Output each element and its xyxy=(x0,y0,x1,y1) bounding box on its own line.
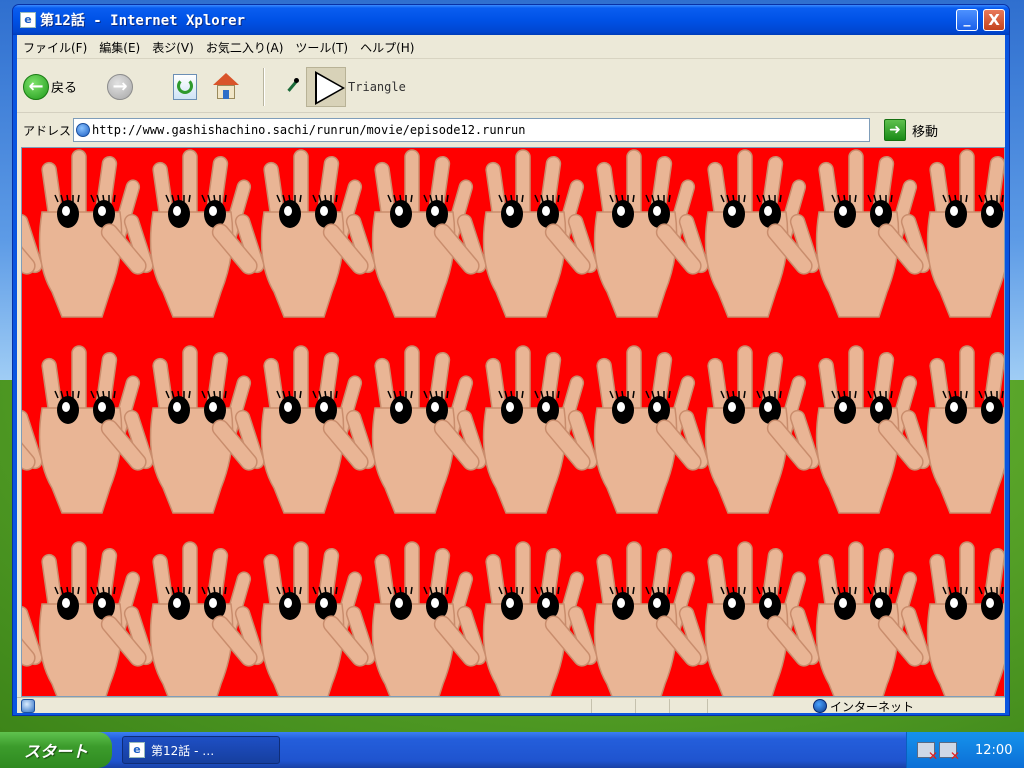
home-icon-door xyxy=(223,89,230,99)
menu-favorites[interactable]: お気二入り(A) xyxy=(200,39,290,56)
taskbar: スタート e 第12話 - … 12:00 xyxy=(0,732,1024,768)
browser-window: e 第12話 - Internet Xplorer _ X ファイル(F) 編集… xyxy=(12,4,1010,716)
task-title: 第12話 - … xyxy=(151,743,215,758)
network-disconnected-icon[interactable] xyxy=(917,742,938,763)
status-divider xyxy=(707,699,708,713)
refresh-icon xyxy=(177,77,194,94)
address-label: アドレス xyxy=(23,123,72,138)
system-tray: 12:00 xyxy=(906,732,1024,768)
refresh-button[interactable] xyxy=(173,73,198,100)
status-page-icon xyxy=(21,698,35,713)
clock: 12:00 xyxy=(975,742,1013,758)
menu-help[interactable]: ヘルプ(H) xyxy=(354,39,420,56)
ie-page-icon: e xyxy=(20,12,36,28)
toolbar: ← 戻る → Triangle xyxy=(17,61,1005,113)
hand-with-eyes xyxy=(877,149,1004,318)
hand-with-eyes xyxy=(877,345,1004,514)
go-button[interactable]: ➜ 移動 xyxy=(884,119,938,141)
eyedropper-icon[interactable] xyxy=(284,77,300,96)
toolbar-separator xyxy=(263,67,265,106)
hand-with-eyes xyxy=(22,541,141,696)
ie-page-icon: e xyxy=(129,742,145,758)
forward-button[interactable]: → xyxy=(107,73,134,100)
status-divider xyxy=(669,699,670,713)
triangle-label: Triangle xyxy=(348,79,406,94)
menu-bar: ファイル(F) 編集(E) 表ジ(V) お気二入り(A) ツール(T) ヘルプ(… xyxy=(17,37,1005,59)
play-triangle-inner xyxy=(317,73,343,102)
address-input[interactable]: http://www.gashishachino.sachi/runrun/mo… xyxy=(73,118,871,142)
start-button[interactable]: スタート xyxy=(0,732,112,768)
home-button[interactable] xyxy=(211,72,241,101)
menu-view[interactable]: 表ジ(V) xyxy=(146,39,200,56)
hand-with-eyes xyxy=(22,345,141,514)
title-bar[interactable]: e 第12話 - Internet Xplorer _ X xyxy=(13,5,1009,35)
menu-edit[interactable]: 編集(E) xyxy=(93,39,146,56)
page-content[interactable] xyxy=(21,147,1005,697)
home-icon xyxy=(213,72,240,85)
hand-with-eyes xyxy=(22,149,141,318)
back-arrow-icon: ← xyxy=(23,73,49,100)
address-bar: アドレス http://www.gashishachino.sachi/runr… xyxy=(17,115,1005,145)
security-zone: インターネット xyxy=(813,698,914,714)
close-button[interactable]: X xyxy=(983,9,1005,31)
status-divider xyxy=(635,699,636,713)
menu-tools[interactable]: ツール(T) xyxy=(289,39,354,56)
minimize-button[interactable]: _ xyxy=(956,9,978,31)
zone-label: インターネット xyxy=(830,699,915,714)
back-button[interactable]: ← 戻る xyxy=(23,73,78,100)
taskbar-window-button[interactable]: e 第12話 - … xyxy=(122,736,280,764)
hands-pattern xyxy=(22,149,1004,696)
network-disconnected-icon[interactable] xyxy=(939,742,960,763)
window-client: ファイル(F) 編集(E) 表ジ(V) お気二入り(A) ツール(T) ヘルプ(… xyxy=(17,35,1005,714)
globe-icon xyxy=(813,699,827,713)
triangle-button[interactable] xyxy=(306,66,347,107)
go-label: 移動 xyxy=(912,124,939,140)
status-bar: インターネット xyxy=(17,697,1005,714)
menu-file[interactable]: ファイル(F) xyxy=(17,39,93,56)
page-icon xyxy=(76,123,91,137)
back-label: 戻る xyxy=(51,81,78,96)
status-divider xyxy=(591,699,592,713)
go-arrow-icon: ➜ xyxy=(884,119,907,141)
eyedropper-bulb xyxy=(294,77,300,83)
window-title: 第12話 - Internet Xplorer xyxy=(40,13,246,29)
address-url: http://www.gashishachino.sachi/runrun/mo… xyxy=(92,123,526,137)
